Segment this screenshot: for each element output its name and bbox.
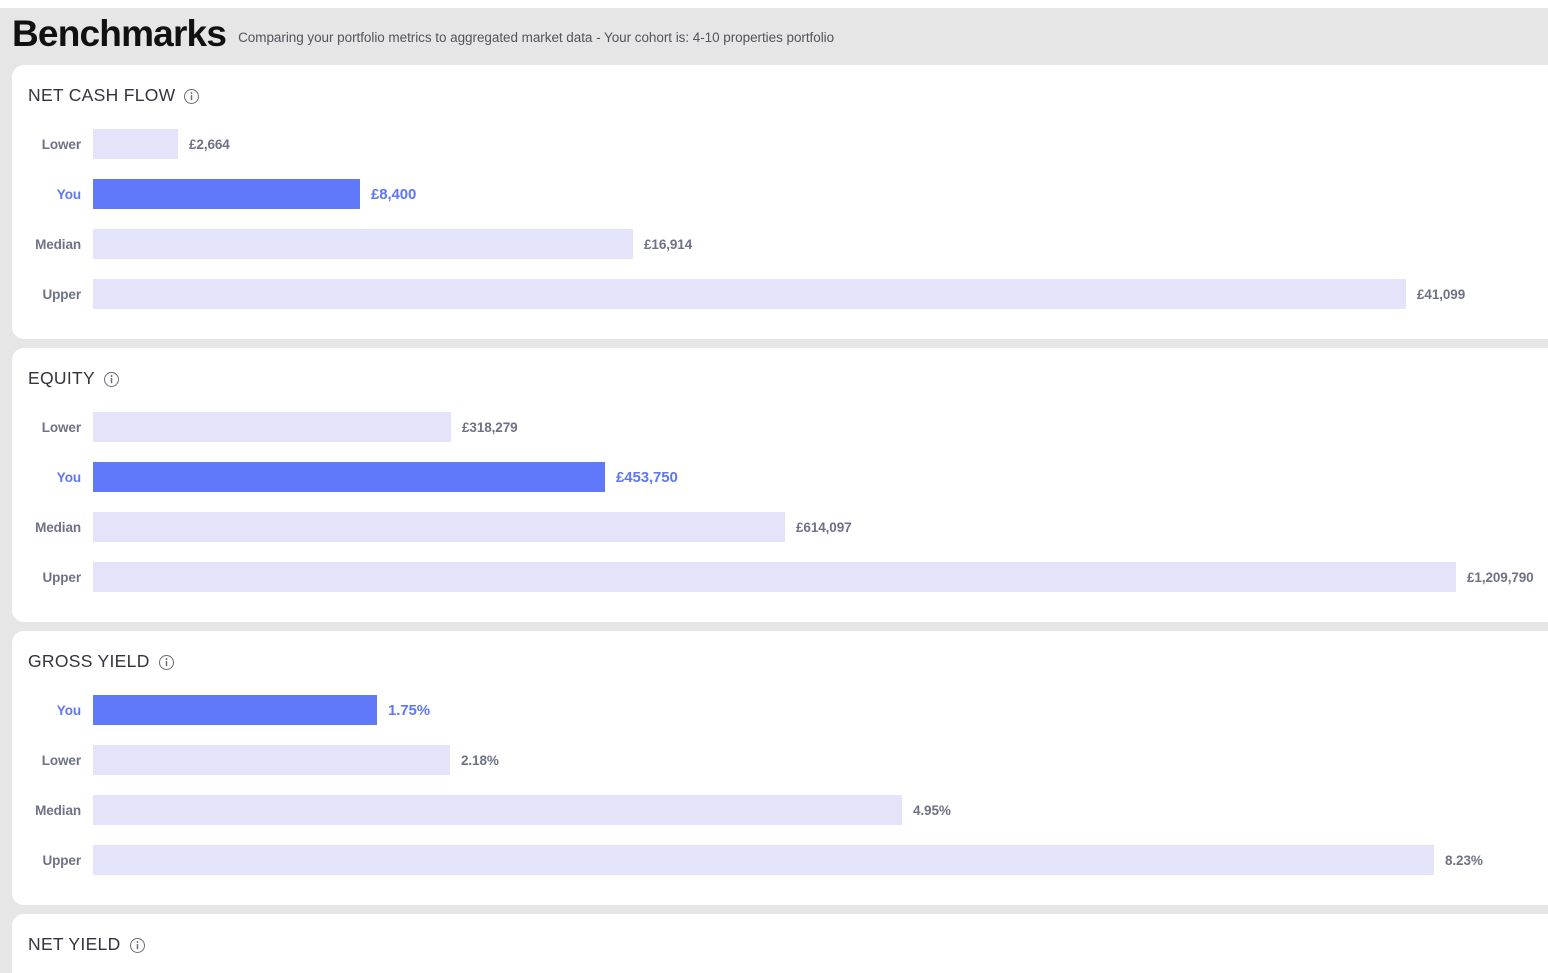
benchmark-row-median: Median 4.95% xyxy=(12,785,1548,835)
bar-benchmark xyxy=(93,562,1456,592)
bar-benchmark xyxy=(93,795,902,825)
bar-wrapper: 2.18% xyxy=(93,745,499,775)
bar-wrapper: £318,279 xyxy=(93,412,518,442)
page-title: Benchmarks xyxy=(12,13,227,54)
row-label: Lower xyxy=(41,136,81,152)
benchmark-row-median: Median £16,914 xyxy=(12,219,1548,269)
bar-value: £2,664 xyxy=(189,136,230,152)
bar-wrapper: £2,664 xyxy=(93,129,230,159)
row-label: Median xyxy=(35,236,81,252)
benchmark-rows: Lower0.39%You1.63% xyxy=(12,968,1548,973)
benchmark-rows: Lower £318,279 You £453,750 Median £614,097 Up… xyxy=(12,402,1548,602)
benchmark-row-you: You £8,400 xyxy=(12,169,1548,219)
bar-value: £1,209,790 xyxy=(1467,569,1534,585)
bar-value: 4.95% xyxy=(913,802,951,818)
benchmark-row-lower: Lower 2.18% xyxy=(12,735,1548,785)
bar-you xyxy=(93,695,377,725)
page-subtitle: Comparing your portfolio metrics to aggr… xyxy=(238,29,835,45)
info-icon[interactable] xyxy=(103,371,119,387)
benchmark-row-upper: Upper 8.23% xyxy=(12,835,1548,885)
bar-wrapper: £614,097 xyxy=(93,512,852,542)
benchmark-row-you: You £453,750 xyxy=(12,452,1548,502)
benchmark-cards-container: NET CASH FLOW Lower £2,664 You £8,400 Median £… xyxy=(0,59,1548,973)
benchmark-rows: Lower £2,664 You £8,400 Median £16,914 Upper £4… xyxy=(12,119,1548,319)
benchmark-row-lower: Lower £318,279 xyxy=(12,402,1548,452)
card-title: GROSS YIELD xyxy=(28,651,150,672)
bar-benchmark xyxy=(93,129,178,159)
bar-value: £41,099 xyxy=(1417,286,1466,302)
page-header: Benchmarks Comparing your portfolio metr… xyxy=(0,8,1548,59)
bar-wrapper: £8,400 xyxy=(93,179,416,209)
bar-value: £614,097 xyxy=(796,519,852,535)
bar-benchmark xyxy=(93,745,450,775)
row-label: You xyxy=(56,186,81,202)
benchmark-row-upper: Upper £41,099 xyxy=(12,269,1548,319)
bar-wrapper: £453,750 xyxy=(93,462,678,492)
info-icon[interactable] xyxy=(184,88,200,104)
bar-you xyxy=(93,179,360,209)
row-label: Upper xyxy=(42,286,81,302)
bar-wrapper: 8.23% xyxy=(93,845,1483,875)
bar-benchmark xyxy=(93,229,633,259)
benchmarks-page: Benchmarks Comparing your portfolio metr… xyxy=(0,0,1548,973)
card-header: NET YIELD xyxy=(12,934,1548,956)
row-label: You xyxy=(56,702,81,718)
card-title: EQUITY xyxy=(28,368,95,389)
bar-you xyxy=(93,462,605,492)
benchmark-rows: You 1.75% Lower 2.18% Median 4.95% Upper 8.23% xyxy=(12,685,1548,885)
row-label: Lower xyxy=(41,419,81,435)
row-label: Upper xyxy=(42,569,81,585)
benchmark-row-you: You 1.75% xyxy=(12,685,1548,735)
row-label: Median xyxy=(35,519,81,535)
benchmark-card-net-cash-flow: NET CASH FLOW Lower £2,664 You £8,400 Median £… xyxy=(12,65,1548,339)
row-label: Median xyxy=(35,802,81,818)
bar-benchmark xyxy=(93,845,1434,875)
row-label: Upper xyxy=(42,852,81,868)
bar-value: 2.18% xyxy=(461,752,499,768)
card-title: NET CASH FLOW xyxy=(28,85,176,106)
bar-wrapper: £41,099 xyxy=(93,279,1465,309)
bar-benchmark xyxy=(93,512,785,542)
bar-value: £16,914 xyxy=(644,236,693,252)
bar-benchmark xyxy=(93,412,451,442)
benchmark-row-lower: Lower0.39% xyxy=(12,968,1548,973)
bar-value: £8,400 xyxy=(371,185,417,203)
card-header: EQUITY xyxy=(12,368,1548,390)
benchmark-card-gross-yield: GROSS YIELD You 1.75% Lower 2.18% Median 4.95%… xyxy=(12,631,1548,905)
bar-wrapper: 4.95% xyxy=(93,795,951,825)
bar-value: £453,750 xyxy=(616,468,678,486)
bar-benchmark xyxy=(93,279,1406,309)
benchmark-row-median: Median £614,097 xyxy=(12,502,1548,552)
bar-value: 8.23% xyxy=(1445,852,1483,868)
benchmark-row-lower: Lower £2,664 xyxy=(12,119,1548,169)
card-header: GROSS YIELD xyxy=(12,651,1548,673)
info-icon[interactable] xyxy=(129,937,145,953)
bar-wrapper: £16,914 xyxy=(93,229,692,259)
benchmark-card-net-yield: NET YIELD Lower0.39%You1.63% xyxy=(12,914,1548,973)
benchmark-card-equity: EQUITY Lower £318,279 You £453,750 Median £614… xyxy=(12,348,1548,622)
bar-wrapper: £1,209,790 xyxy=(93,562,1534,592)
bar-value: £318,279 xyxy=(462,419,518,435)
benchmark-row-upper: Upper £1,209,790 xyxy=(12,552,1548,602)
row-label: Lower xyxy=(41,752,81,768)
card-title: NET YIELD xyxy=(28,934,121,955)
bar-value: 1.75% xyxy=(388,701,431,719)
card-header: NET CASH FLOW xyxy=(12,85,1548,107)
row-label: You xyxy=(56,469,81,485)
bar-wrapper: 1.75% xyxy=(93,695,430,725)
info-icon[interactable] xyxy=(158,654,174,670)
